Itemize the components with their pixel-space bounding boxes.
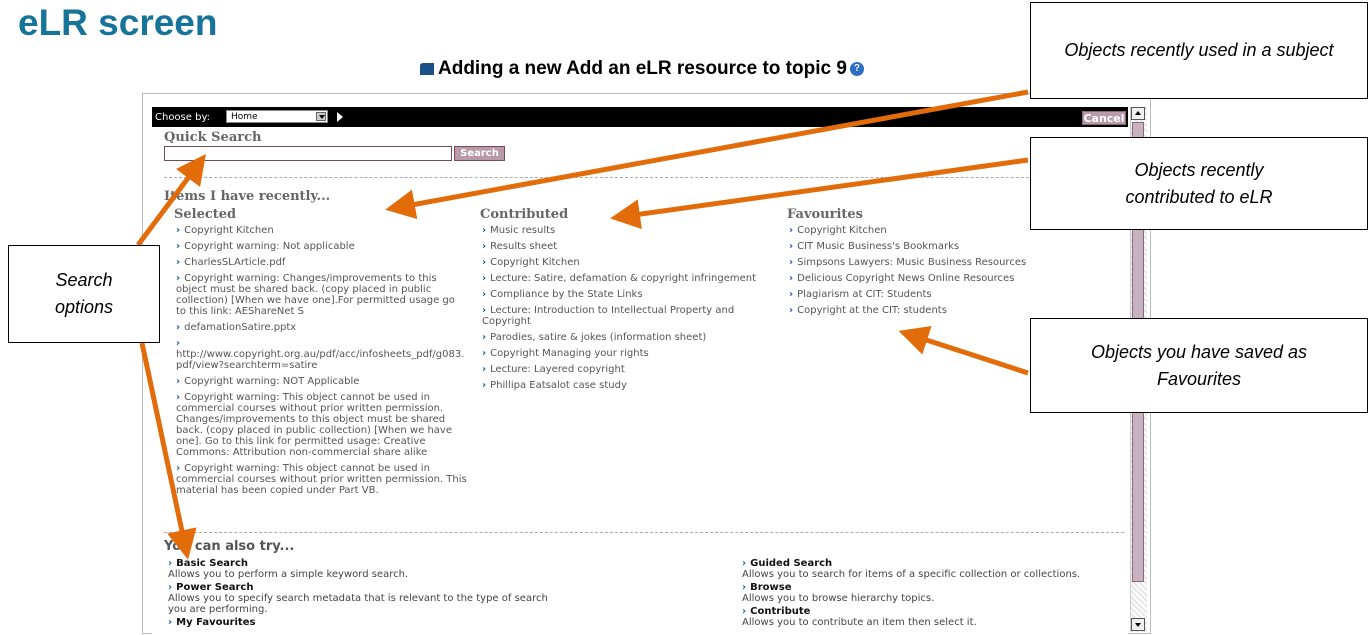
page-heading-text: Adding a new Add an eLR resource to topi… xyxy=(438,58,847,79)
chevron-right-icon: › xyxy=(176,273,181,284)
list-item[interactable]: › Copyright at the CIT: students xyxy=(789,305,1089,316)
search-button[interactable]: Search xyxy=(454,146,505,161)
chevron-right-icon: › xyxy=(742,606,747,617)
try-title: You can also try... xyxy=(164,539,295,554)
chevron-right-icon: › xyxy=(789,225,794,236)
recent-items-title: Items I have recently... xyxy=(164,189,331,204)
chevron-right-icon: › xyxy=(789,289,794,300)
chevron-right-icon: › xyxy=(482,273,487,284)
try-right-list: › Guided Search Allows you to search for i… xyxy=(742,558,1122,630)
choose-by-select[interactable]: Home xyxy=(226,110,328,123)
chevron-right-icon: › xyxy=(742,582,747,593)
divider xyxy=(164,177,1124,178)
list-item[interactable]: › Copyright warning: This object cannot b… xyxy=(176,463,468,496)
list-item[interactable]: › defamationSatire.pptx xyxy=(176,322,468,333)
try-contribute[interactable]: › Contribute Allows you to contribute an i… xyxy=(742,606,1122,628)
list-item[interactable]: › Copyright warning: This object cannot b… xyxy=(176,392,468,458)
help-icon[interactable]: ? xyxy=(849,61,864,76)
list-item[interactable]: › Copyright warning: Not applicable xyxy=(176,241,468,252)
chevron-right-icon: › xyxy=(789,305,794,316)
contributed-heading: Contributed xyxy=(480,207,569,222)
selected-list: › Copyright Kitchen › Copyright warning: N… xyxy=(176,225,468,501)
chevron-right-icon: › xyxy=(482,348,487,359)
try-guided-search[interactable]: › Guided Search Allows you to search for i… xyxy=(742,558,1122,580)
chevron-right-icon: › xyxy=(482,380,487,391)
chevron-right-icon: › xyxy=(789,257,794,268)
chevron-right-icon: › xyxy=(176,392,181,403)
chevron-right-icon: › xyxy=(168,582,173,593)
scroll-down-arrow-icon[interactable] xyxy=(1131,618,1145,631)
chevron-right-icon: › xyxy=(482,305,487,316)
chevron-right-icon: › xyxy=(789,273,794,284)
chevron-right-icon: › xyxy=(482,225,487,236)
chevron-right-icon: › xyxy=(168,558,173,569)
list-item[interactable]: › Copyright Kitchen xyxy=(482,257,774,268)
try-my-favourites[interactable]: › My Favourites xyxy=(168,617,558,628)
callout-favourites: Objects you have saved as Favourites xyxy=(1030,318,1368,413)
quick-search-title: Quick Search xyxy=(164,130,262,145)
chevron-right-icon: › xyxy=(176,322,181,333)
list-item[interactable]: › Copyright warning: NOT Applicable xyxy=(176,376,468,387)
go-arrow-icon[interactable] xyxy=(337,112,343,122)
try-left-list: › Basic Search Allows you to perform a sim… xyxy=(168,558,558,630)
divider xyxy=(164,532,1124,533)
callout-recently-used: Objects recently used in a subject xyxy=(1030,2,1368,99)
chevron-right-icon: › xyxy=(176,376,181,387)
chevron-right-icon: › xyxy=(176,241,181,252)
favourites-heading: Favourites xyxy=(787,207,864,222)
chevron-right-icon: › xyxy=(168,617,173,628)
list-item[interactable]: › Compliance by the State Links xyxy=(482,289,774,300)
list-item[interactable]: › Phillipa Eatsalot case study xyxy=(482,380,774,391)
list-item[interactable]: › Lecture: Satire, defamation & copyright… xyxy=(482,273,774,284)
callout-search-options: Search options xyxy=(8,245,160,343)
chevron-right-icon: › xyxy=(176,225,181,236)
list-item[interactable]: › Results sheet xyxy=(482,241,774,252)
chevron-right-icon: › xyxy=(176,338,181,349)
list-item[interactable]: › Copyright warning: Changes/improvements… xyxy=(176,273,468,317)
resource-icon xyxy=(420,62,434,75)
cancel-button[interactable]: Cancel xyxy=(1082,111,1126,125)
slide-title: eLR screen xyxy=(18,2,218,43)
list-item[interactable]: › Lecture: Layered copyright xyxy=(482,364,774,375)
list-item[interactable]: › Simpsons Lawyers: Music Business Resour… xyxy=(789,257,1089,268)
chevron-right-icon: › xyxy=(482,332,487,343)
choose-by-label: Choose by: xyxy=(155,112,211,123)
list-item[interactable]: › Music results xyxy=(482,225,774,236)
list-item[interactable]: › CharlesSLArticle.pdf xyxy=(176,257,468,268)
try-basic-search[interactable]: › Basic Search Allows you to perform a sim… xyxy=(168,558,558,580)
list-item[interactable]: › Plagiarism at CIT: Students xyxy=(789,289,1089,300)
list-item[interactable]: › http://www.copyright.org.au/pdf/acc/inf… xyxy=(176,338,468,371)
try-browse[interactable]: › Browse Allows you to browse hierarchy to… xyxy=(742,582,1122,604)
selected-heading: Selected xyxy=(174,207,237,222)
list-item[interactable]: › Parodies, satire & jokes (information s… xyxy=(482,332,774,343)
favourites-list: › Copyright Kitchen › CIT Music Business's… xyxy=(789,225,1089,321)
list-item[interactable]: › CIT Music Business's Bookmarks xyxy=(789,241,1089,252)
chevron-right-icon: › xyxy=(482,289,487,300)
list-item[interactable]: › Copyright Kitchen xyxy=(176,225,468,236)
chevron-right-icon: › xyxy=(482,257,487,268)
quick-search-input[interactable] xyxy=(164,146,452,161)
try-power-search[interactable]: › Power Search Allows you to specify searc… xyxy=(168,582,558,615)
page-heading: Adding a new Add an eLR resource to topi… xyxy=(420,58,864,80)
chevron-right-icon: › xyxy=(789,241,794,252)
callout-recently-contributed: Objects recently contributed to eLR xyxy=(1030,137,1368,230)
top-bar: Choose by: Home Cancel xyxy=(152,107,1128,127)
elr-content: Choose by: Home Cancel Quick Search Sear… xyxy=(152,107,1128,635)
chevron-right-icon: › xyxy=(176,463,181,474)
list-item[interactable]: › Lecture: Introduction to Intellectual P… xyxy=(482,305,774,327)
choose-by-value: Home xyxy=(231,112,258,122)
scroll-up-arrow-icon[interactable] xyxy=(1131,107,1145,120)
list-item[interactable]: › Copyright Managing your rights xyxy=(482,348,774,359)
contributed-list: › Music results › Results sheet › Copyright… xyxy=(482,225,774,396)
chevron-right-icon: › xyxy=(482,241,487,252)
chevron-down-icon[interactable] xyxy=(316,112,326,121)
chevron-right-icon: › xyxy=(176,257,181,268)
chevron-right-icon: › xyxy=(482,364,487,375)
list-item[interactable]: › Delicious Copyright News Online Resourc… xyxy=(789,273,1089,284)
chevron-right-icon: › xyxy=(742,558,747,569)
